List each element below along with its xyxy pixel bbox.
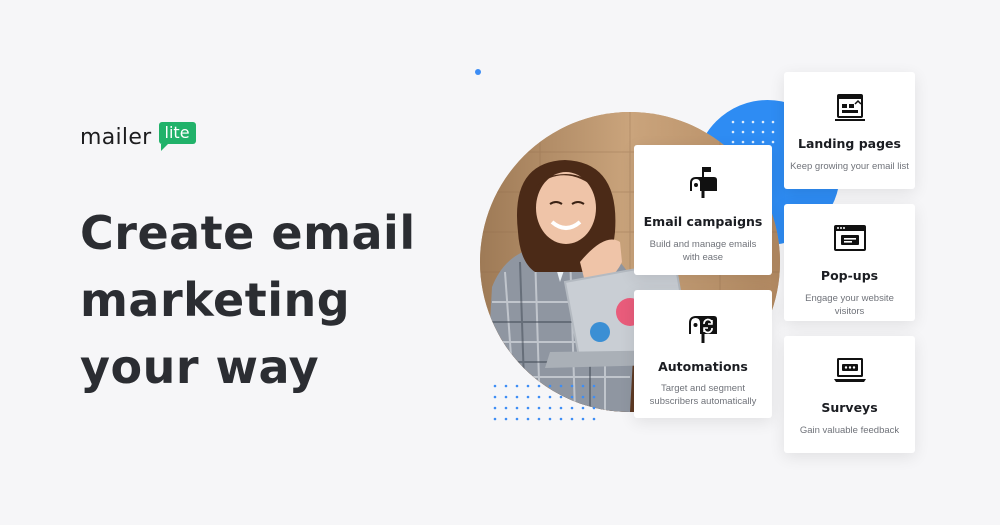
card-popups[interactable]: Pop-ups Engage your website visitors bbox=[784, 204, 915, 321]
brand-logo: mailer lite bbox=[80, 120, 196, 156]
card-email-campaigns[interactable]: Email campaigns Build and manage emails … bbox=[634, 145, 772, 275]
card-title: Surveys bbox=[821, 400, 878, 415]
headline-line: Create email bbox=[80, 206, 416, 260]
card-automations[interactable]: Automations Target and segment subscribe… bbox=[634, 290, 772, 418]
card-surveys[interactable]: Surveys Gain valuable feedback bbox=[784, 336, 915, 453]
card-description: Gain valuable feedback bbox=[799, 425, 900, 436]
popup-window-icon bbox=[833, 225, 866, 251]
card-title: Pop-ups bbox=[820, 268, 879, 283]
dot-grid-blue bbox=[493, 384, 596, 421]
card-description: Target and segment subscribers automatic… bbox=[649, 383, 757, 407]
card-title: Email campaigns bbox=[643, 214, 763, 229]
card-title: Automations bbox=[658, 359, 748, 374]
card-title: Landing pages bbox=[798, 136, 901, 151]
card-description: Keep growing your email list bbox=[790, 161, 909, 172]
headline-line: marketing bbox=[80, 273, 351, 327]
card-landing-pages[interactable]: Landing pages Keep growing your email li… bbox=[784, 72, 915, 189]
mailbox-sync-icon bbox=[689, 316, 717, 343]
survey-laptop-icon bbox=[833, 358, 866, 382]
card-description: Build and manage emails with ease bbox=[649, 239, 757, 263]
decorative-dot bbox=[475, 69, 481, 75]
logo-wordmark: mailer bbox=[80, 125, 152, 150]
headline-line: your way bbox=[80, 340, 320, 394]
card-description: Engage your website visitors bbox=[805, 293, 894, 317]
logo-badge: lite bbox=[158, 122, 196, 151]
headline: Create email marketing your way bbox=[80, 200, 416, 401]
mailbox-flag-icon bbox=[690, 167, 717, 198]
landing-page-icon bbox=[834, 94, 865, 121]
